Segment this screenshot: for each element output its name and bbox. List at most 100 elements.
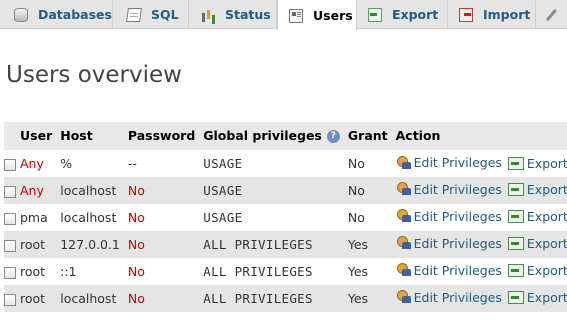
edit-privileges-link[interactable]: Edit Privileges <box>396 263 502 278</box>
grant-cell: Yes <box>343 285 392 312</box>
user-cell: Any <box>16 150 57 177</box>
edit-privileges-label: Edit Privileges <box>413 289 502 305</box>
users-table: User Host Password Global privileges? Gr… <box>4 122 567 312</box>
user-cell: root <box>16 231 57 258</box>
tab-status[interactable]: Status <box>189 0 277 29</box>
tab-label: Databases <box>38 7 112 22</box>
edit-privileges-icon <box>396 263 411 277</box>
privileges-cell: USAGE <box>199 150 344 177</box>
password-cell: No <box>123 177 200 204</box>
table-row: Any % -- USAGE No Edit Privileges Export <box>4 150 567 177</box>
action-cell: Edit Privileges Export <box>391 150 567 177</box>
export-user-link[interactable]: Export <box>507 263 567 278</box>
host-cell: localhost <box>56 204 124 231</box>
database-icon <box>14 7 28 22</box>
tab-sql[interactable]: SQL <box>113 0 189 29</box>
export-icon <box>507 183 524 197</box>
help-icon[interactable]: ? <box>326 130 340 144</box>
header-grant[interactable]: Grant <box>343 122 392 151</box>
row-checkbox-cell <box>4 285 16 312</box>
edit-privileges-icon <box>396 209 411 223</box>
table-row: pma localhost No USAGE No Edit Privilege… <box>4 204 567 231</box>
tab-databases[interactable]: Databases <box>0 0 113 29</box>
header-global-privileges[interactable]: Global privileges? <box>199 122 344 151</box>
header-password[interactable]: Password <box>123 122 200 151</box>
row-checkbox[interactable] <box>4 185 16 198</box>
tab-label: Export <box>392 7 439 22</box>
wrench-icon <box>544 8 557 22</box>
user-cell: pma <box>16 204 57 231</box>
export-icon <box>507 237 524 251</box>
edit-privileges-icon <box>396 182 411 196</box>
export-icon <box>507 291 524 305</box>
export-user-link[interactable]: Export <box>507 156 567 171</box>
row-checkbox[interactable] <box>4 293 16 306</box>
grant-cell: No <box>343 204 392 231</box>
edit-privileges-label: Edit Privileges <box>413 155 502 170</box>
export-label: Export <box>526 182 567 198</box>
tab-label: Import <box>483 7 531 22</box>
edit-privileges-label: Edit Privileges <box>413 262 502 278</box>
edit-privileges-link[interactable]: Edit Privileges <box>396 290 502 305</box>
export-icon <box>507 156 524 170</box>
privileges-cell: USAGE <box>199 177 344 204</box>
row-checkbox-cell <box>4 177 16 204</box>
grant-cell: No <box>343 150 392 177</box>
privileges-cell: ALL PRIVILEGES <box>199 231 344 258</box>
header-user[interactable]: User <box>16 122 57 151</box>
row-checkbox[interactable] <box>4 212 16 225</box>
user-cell: root <box>16 258 57 285</box>
table-row: root ::1 No ALL PRIVILEGES Yes Edit Priv… <box>4 258 567 285</box>
tab-export[interactable]: Export <box>357 0 448 29</box>
row-checkbox[interactable] <box>4 266 16 279</box>
row-checkbox-cell <box>4 204 16 231</box>
host-cell: 127.0.0.1 <box>56 231 124 258</box>
row-checkbox-cell <box>4 150 16 177</box>
row-checkbox-cell <box>4 258 16 285</box>
edit-privileges-icon <box>396 236 411 250</box>
row-checkbox[interactable] <box>4 239 16 252</box>
tab-users[interactable]: Users <box>277 0 357 30</box>
export-icon <box>507 264 524 278</box>
main-tab-bar: Databases SQL Status Users Export Import <box>0 0 567 30</box>
tab-import[interactable]: Import <box>448 0 536 29</box>
action-cell: Edit Privileges Export <box>391 285 567 312</box>
export-user-link[interactable]: Export <box>507 209 567 225</box>
export-label: Export <box>526 290 567 306</box>
table-row: root 127.0.0.1 No ALL PRIVILEGES Yes Edi… <box>4 231 567 258</box>
privileges-cell: ALL PRIVILEGES <box>199 285 344 312</box>
host-cell: localhost <box>56 285 124 312</box>
edit-privileges-label: Edit Privileges <box>413 181 502 197</box>
header-checkbox-column <box>4 122 16 151</box>
action-cell: Edit Privileges Export <box>391 204 567 231</box>
sql-icon <box>126 7 142 22</box>
edit-privileges-link[interactable]: Edit Privileges <box>396 182 502 197</box>
export-icon <box>368 7 382 22</box>
header-host[interactable]: Host <box>56 122 124 151</box>
export-user-link[interactable]: Export <box>507 290 567 306</box>
export-user-link[interactable]: Export <box>507 182 567 198</box>
edit-privileges-link[interactable]: Edit Privileges <box>396 209 502 224</box>
export-label: Export <box>526 209 567 225</box>
user-cell: Any <box>16 177 57 204</box>
tab-label: Users <box>313 7 353 23</box>
action-cell: Edit Privileges Export <box>391 231 567 258</box>
page-title: Users overview <box>6 62 182 88</box>
edit-privileges-icon <box>396 290 411 304</box>
edit-privileges-icon <box>396 155 411 170</box>
edit-privileges-link[interactable]: Edit Privileges <box>396 236 502 251</box>
table-row: root localhost No ALL PRIVILEGES Yes Edi… <box>4 285 567 312</box>
users-icon <box>289 9 303 23</box>
tab-label: Status <box>225 7 271 22</box>
host-cell: localhost <box>56 177 124 204</box>
row-checkbox-cell <box>4 231 16 258</box>
tab-label: SQL <box>151 7 179 22</box>
export-user-link[interactable]: Export <box>507 236 567 251</box>
password-cell: No <box>123 258 200 285</box>
grant-cell: Yes <box>343 231 392 258</box>
edit-privileges-link[interactable]: Edit Privileges <box>396 155 502 170</box>
tab-settings[interactable] <box>536 0 567 29</box>
password-cell: No <box>123 231 200 258</box>
row-checkbox[interactable] <box>4 158 16 171</box>
grant-cell: No <box>343 177 392 204</box>
